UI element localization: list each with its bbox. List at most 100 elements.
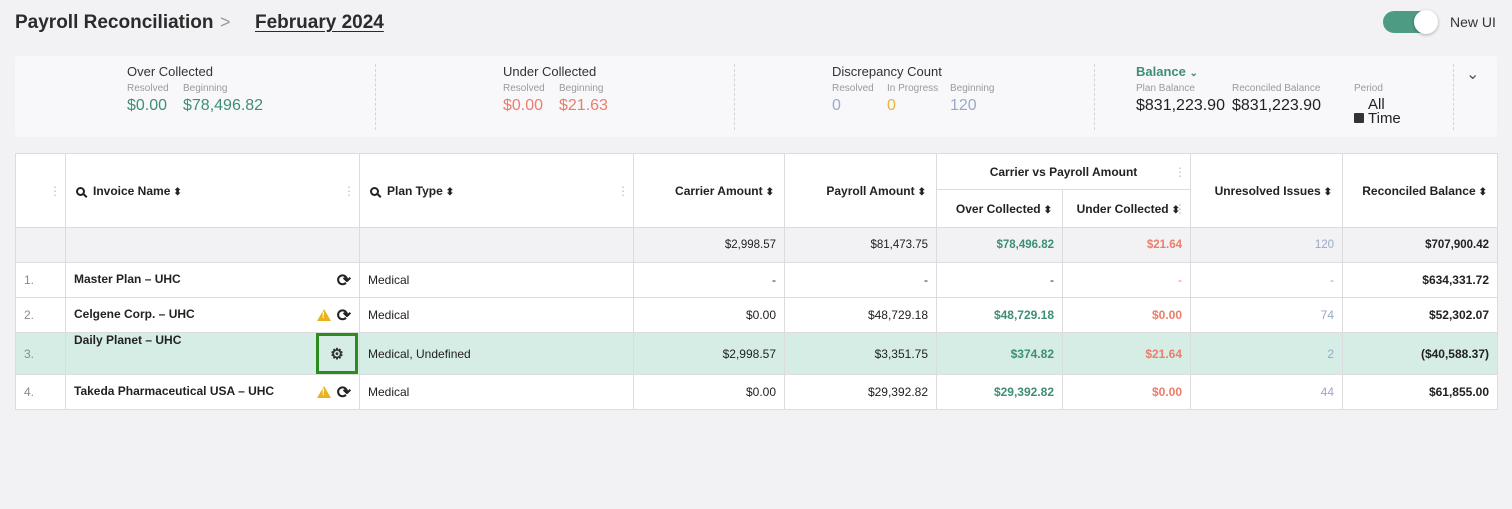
resolved-label: Resolved [503, 83, 545, 94]
summary-divider [734, 64, 735, 130]
resolved-label: Resolved [127, 83, 169, 94]
sort-icon[interactable]: ⬍ [1172, 205, 1180, 216]
invoice-name[interactable]: Daily Planet – UHC [74, 334, 181, 348]
table-row[interactable]: 2. Celgene Corp. – UHC ⟳ Medical $0.00 $4… [15, 297, 1499, 333]
invoice-name-header-label: Invoice Name [93, 183, 171, 198]
reconciled-balance-header-label: Reconciled Balance [1362, 183, 1476, 198]
warning-icon[interactable] [316, 309, 331, 321]
plan-type: Medical [359, 374, 634, 410]
unresolved-issues[interactable]: 74 [1190, 297, 1344, 333]
totals-cell-empty [65, 227, 360, 263]
unresolved-issues[interactable]: 2 [1190, 332, 1344, 375]
reconciled-balance: ($40,588.37) [1342, 332, 1499, 375]
row-number: 4. [15, 374, 66, 410]
payroll-amount: - [784, 262, 937, 298]
unresolved-issues[interactable]: - [1190, 262, 1344, 298]
payroll-amount-header[interactable]: Payroll Amount ⬍ [784, 153, 937, 228]
sort-icon[interactable]: ⬍ [1479, 187, 1487, 198]
invoice-name-header[interactable]: Invoice Name ⬍ [65, 153, 360, 228]
sort-icon[interactable]: ⬍ [766, 187, 774, 198]
table-row[interactable]: 4. Takeda Pharmaceutical USA – UHC ⟳ Medi… [15, 374, 1499, 410]
under-collected: $0.00 [1061, 297, 1192, 333]
period-line2: Time [1368, 110, 1401, 127]
carrier-amount-header[interactable]: Carrier Amount ⬍ [633, 153, 785, 228]
under-collected-header-label: Under Collected [1076, 201, 1169, 216]
under-collected-header[interactable]: Under Collected ⬍ [1061, 189, 1192, 228]
balance-dropdown[interactable]: Balance ⌄ [1136, 64, 1198, 79]
plan-balance-value: $831,223.90 [1136, 97, 1225, 114]
settings-button[interactable]: ⚙ [316, 333, 358, 374]
over-collected-title: Over Collected [127, 64, 213, 79]
discrepancy-beginning-value: 120 [950, 97, 977, 114]
reconciled-balance: $61,855.00 [1342, 374, 1499, 410]
total-over: $78,496.82 [936, 227, 1063, 263]
over-collected-header[interactable]: Over Collected ⬍ [936, 189, 1063, 228]
invoice-name-cell: Master Plan – UHC ⟳ [65, 262, 360, 298]
sort-icon[interactable]: ⬍ [918, 187, 926, 198]
plan-type: Medical [359, 262, 634, 298]
beginning-label: Beginning [559, 83, 604, 94]
period-selector[interactable]: All Time [1354, 97, 1401, 127]
period-link[interactable]: February 2024 [255, 12, 384, 34]
under-resolved-value: $0.00 [503, 97, 544, 114]
carrier-amount-header-label: Carrier Amount [675, 183, 763, 198]
warning-icon[interactable] [316, 386, 331, 398]
invoice-name[interactable]: Takeda Pharmaceutical USA – UHC [74, 384, 274, 398]
beginning-label: Beginning [183, 83, 228, 94]
plan-balance-label: Plan Balance [1136, 83, 1195, 94]
refresh-icon[interactable]: ⟳ [337, 384, 351, 401]
totals-cell-empty [359, 227, 634, 263]
table-row[interactable]: 1. Master Plan – UHC ⟳ Medical - - - - - … [15, 262, 1499, 298]
beginning-label: Beginning [950, 83, 995, 94]
totals-row: $2,998.57 $81,473.75 $78,496.82 $21.64 1… [15, 227, 1499, 263]
discrepancy-resolved-value: 0 [832, 97, 841, 114]
gear-icon: ⚙ [330, 345, 344, 363]
reconciled-balance-header[interactable]: Reconciled Balance ⬍ [1342, 153, 1499, 228]
summary-divider [1094, 64, 1095, 130]
payroll-amount: $3,351.75 [784, 332, 937, 375]
reconciled-balance-label: Reconciled Balance [1232, 83, 1321, 94]
resolved-label: Resolved [832, 83, 874, 94]
new-ui-toggle-label: New UI [1450, 14, 1496, 30]
in-progress-label: In Progress [887, 83, 939, 94]
total-carrier: $2,998.57 [633, 227, 785, 263]
sort-icon[interactable]: ⬍ [1324, 187, 1332, 198]
row-number: 3. [15, 332, 66, 375]
over-collected-header-label: Over Collected [955, 201, 1041, 216]
carrier-amount: - [633, 262, 785, 298]
search-icon[interactable] [76, 186, 85, 196]
refresh-icon[interactable]: ⟳ [337, 307, 351, 324]
sort-icon[interactable]: ⬍ [1044, 205, 1052, 216]
search-icon[interactable] [370, 186, 379, 196]
reconciled-balance-value: $831,223.90 [1232, 97, 1321, 114]
invoice-name-cell: Celgene Corp. – UHC ⟳ [65, 297, 360, 333]
summary-panel: Over Collected Resolved $0.00 Beginning … [15, 56, 1497, 137]
invoice-name[interactable]: Celgene Corp. – UHC [74, 307, 195, 321]
total-reconciled: $707,900.42 [1342, 227, 1499, 263]
refresh-icon[interactable]: ⟳ [337, 272, 351, 289]
calendar-icon [1354, 113, 1364, 124]
discrepancy-title: Discrepancy Count [832, 64, 942, 79]
unresolved-issues-header[interactable]: Unresolved Issues ⬍ [1190, 153, 1344, 228]
reconciled-balance: $634,331.72 [1342, 262, 1499, 298]
payroll-amount-header-label: Payroll Amount [826, 183, 915, 198]
row-number-header [15, 153, 66, 228]
reconciliation-table: Invoice Name⬍ Plan Type⬍ Carrier Amount⬍… [15, 153, 1499, 410]
row-number: 2. [15, 297, 66, 333]
over-beginning-value: $78,496.82 [183, 97, 264, 114]
invoice-name-cell: Daily Planet – UHC ⚙ [65, 332, 360, 375]
new-ui-toggle[interactable] [1383, 10, 1438, 34]
plan-type: Medical, Undefined [359, 332, 634, 375]
sort-icon[interactable]: ⬍ [446, 187, 454, 198]
collapse-chevron-icon[interactable]: ⌄ [1466, 64, 1479, 84]
plan-type-header[interactable]: Plan Type ⬍ [359, 153, 634, 228]
total-unresolved: 120 [1190, 227, 1344, 263]
carrier-amount: $2,998.57 [633, 332, 785, 375]
invoice-name[interactable]: Master Plan – UHC [74, 272, 181, 286]
unresolved-issues[interactable]: 44 [1190, 374, 1344, 410]
chevron-down-icon: ⌄ [1189, 68, 1198, 79]
summary-divider [1453, 64, 1454, 130]
sort-icon[interactable]: ⬍ [173, 187, 181, 198]
under-collected: $0.00 [1061, 374, 1192, 410]
table-row-highlighted[interactable]: 3. Daily Planet – UHC ⚙ Medical, Undefine… [15, 332, 1499, 375]
